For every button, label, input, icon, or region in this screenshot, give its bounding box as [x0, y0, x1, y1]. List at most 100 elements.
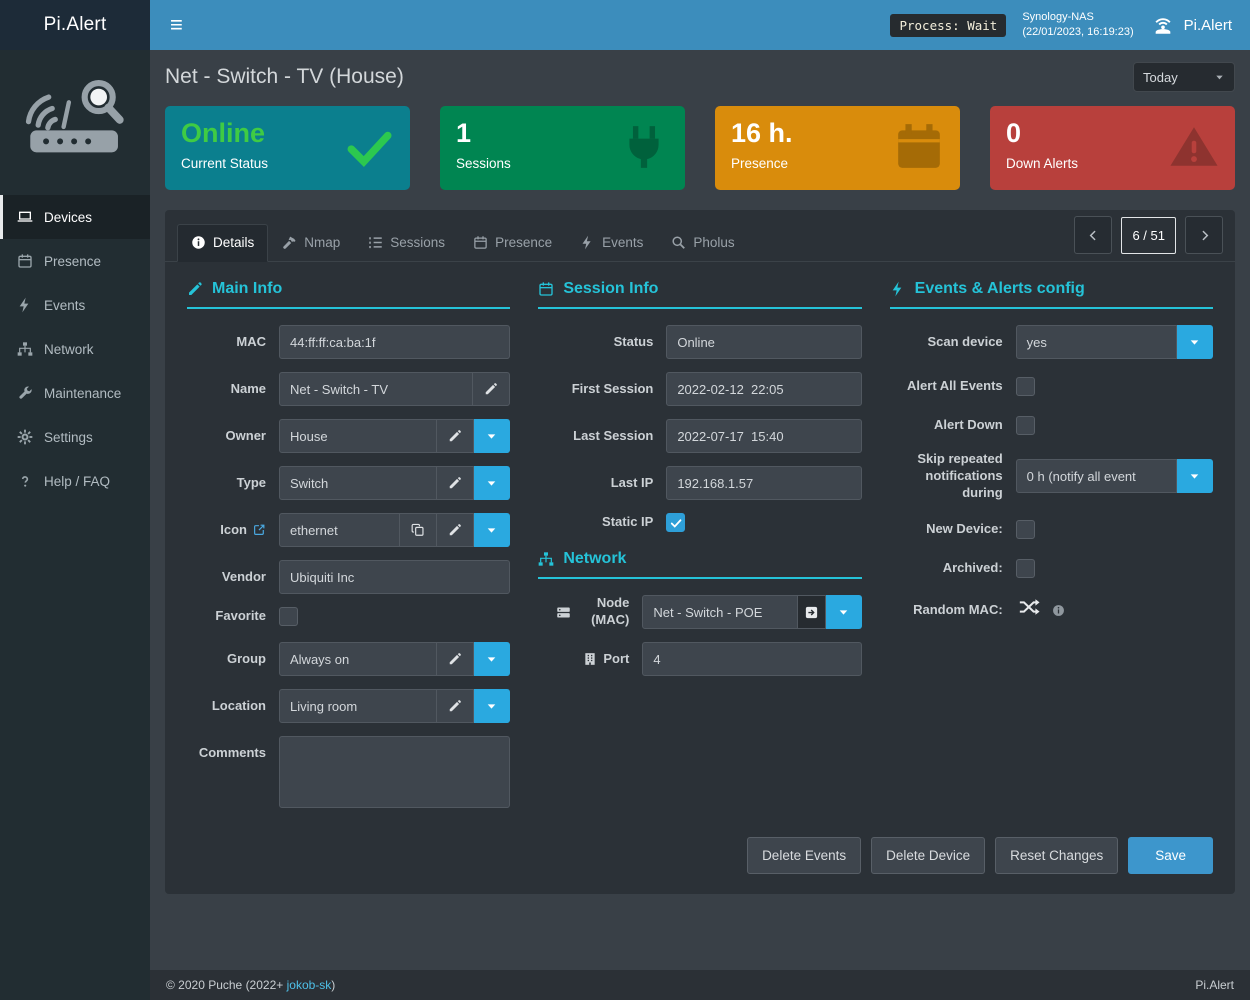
name-input[interactable] — [279, 372, 473, 406]
archived-checkbox[interactable] — [1016, 559, 1035, 578]
comments-textarea[interactable] — [279, 736, 510, 808]
static-ip-checkbox[interactable] — [666, 513, 685, 532]
edit-location-button[interactable] — [437, 689, 474, 723]
last-ip-label: Last IP — [538, 475, 666, 492]
bolt-icon — [580, 235, 595, 250]
navbar: ≡ Process: Wait Synology-NAS (22/01/2023… — [150, 0, 1250, 50]
alerts-config-header: Events & Alerts config — [890, 280, 1213, 309]
card-down-alerts[interactable]: 0 Down Alerts — [990, 106, 1235, 190]
new-device-label: New Device: — [890, 521, 1016, 538]
sidebar-item-label: Events — [44, 298, 85, 313]
owner-dropdown-button[interactable] — [474, 419, 510, 453]
last-session-label: Last Session — [538, 428, 666, 445]
sidebar-item-events[interactable]: Events — [0, 283, 150, 327]
node-mac-input[interactable] — [642, 595, 797, 629]
bolt-icon — [890, 281, 906, 297]
app-brand[interactable]: Pi.Alert — [1150, 14, 1232, 36]
go-to-node-button[interactable] — [798, 595, 826, 629]
vendor-input[interactable] — [279, 560, 510, 594]
location-dropdown-button[interactable] — [474, 689, 510, 723]
sidebar-item-help[interactable]: Help / FAQ — [0, 459, 150, 503]
node-dropdown-button[interactable] — [826, 595, 862, 629]
tab-pholus[interactable]: Pholus — [657, 224, 748, 262]
tab-bar: Details Nmap Sessions Presence Events — [165, 210, 1235, 262]
menu-toggle-icon[interactable]: ≡ — [150, 14, 203, 36]
first-session-input[interactable] — [666, 372, 861, 406]
card-presence[interactable]: 16 h. Presence — [715, 106, 960, 190]
icon-label: Icon — [187, 522, 279, 539]
sidebar-item-settings[interactable]: Settings — [0, 415, 150, 459]
tab-presence[interactable]: Presence — [459, 224, 566, 262]
edit-icon-button[interactable] — [437, 513, 474, 547]
sidebar-item-presence[interactable]: Presence — [0, 239, 150, 283]
skip-notifications-dropdown-button[interactable] — [1177, 459, 1213, 493]
scan-device-dropdown-button[interactable] — [1177, 325, 1213, 359]
wrench-icon — [16, 385, 34, 401]
scan-device-label: Scan device — [890, 334, 1016, 351]
copy-icon-button[interactable] — [400, 513, 437, 547]
device-detail-panel: Details Nmap Sessions Presence Events — [165, 210, 1235, 894]
icon-input[interactable] — [279, 513, 400, 547]
alert-down-label: Alert Down — [890, 417, 1016, 434]
name-label: Name — [187, 381, 279, 398]
port-label: Port — [538, 651, 642, 668]
save-button[interactable]: Save — [1128, 837, 1213, 874]
group-dropdown-button[interactable] — [474, 642, 510, 676]
group-input[interactable] — [279, 642, 437, 676]
edit-owner-button[interactable] — [437, 419, 474, 453]
last-ip-input[interactable] — [666, 466, 861, 500]
icon-dropdown-button[interactable] — [474, 513, 510, 547]
edit-name-button[interactable] — [473, 372, 510, 406]
location-input[interactable] — [279, 689, 437, 723]
favorite-checkbox[interactable] — [279, 607, 298, 626]
card-sessions[interactable]: 1 Sessions — [440, 106, 685, 190]
sidebar-item-label: Network — [44, 342, 94, 357]
owner-input[interactable] — [279, 419, 437, 453]
prev-device-button[interactable] — [1074, 216, 1112, 254]
delete-device-button[interactable]: Delete Device — [871, 837, 985, 874]
edit-type-button[interactable] — [437, 466, 474, 500]
page-title: Net - Switch - TV (House) — [165, 65, 404, 89]
sidebar-item-devices[interactable]: Devices — [0, 195, 150, 239]
scan-device-select[interactable]: yes — [1016, 325, 1177, 359]
status-input[interactable] — [666, 325, 861, 359]
next-device-button[interactable] — [1185, 216, 1223, 254]
sidebar: Devices Presence Events Network Maintena… — [0, 50, 150, 1000]
external-link-icon[interactable] — [253, 523, 266, 536]
mac-input[interactable] — [279, 325, 510, 359]
chevron-down-icon — [1214, 72, 1225, 83]
tab-label: Pholus — [693, 235, 734, 250]
sidebar-item-network[interactable]: Network — [0, 327, 150, 371]
pencil-icon — [187, 281, 203, 297]
tab-nmap[interactable]: Nmap — [268, 224, 354, 262]
alert-all-events-checkbox[interactable] — [1016, 377, 1035, 396]
new-device-checkbox[interactable] — [1016, 520, 1035, 539]
delete-events-button[interactable]: Delete Events — [747, 837, 861, 874]
info-circle-icon[interactable] — [1052, 604, 1065, 617]
tab-details[interactable]: Details — [177, 224, 268, 262]
period-select[interactable]: Today — [1133, 62, 1235, 92]
type-dropdown-button[interactable] — [474, 466, 510, 500]
owner-label: Owner — [187, 428, 279, 445]
card-current-status[interactable]: Online Current Status — [165, 106, 410, 190]
tab-label: Sessions — [390, 235, 445, 250]
last-session-input[interactable] — [666, 419, 861, 453]
alert-down-checkbox[interactable] — [1016, 416, 1035, 435]
pialert-logo — [0, 50, 150, 195]
tab-label: Details — [213, 235, 254, 250]
tab-label: Events — [602, 235, 643, 250]
jokob-sk-link[interactable]: jokob-sk — [287, 978, 332, 992]
skip-notifications-select[interactable]: 0 h (notify all event — [1016, 459, 1177, 493]
brand-logo[interactable]: Pi.Alert — [0, 0, 150, 50]
sidebar-item-label: Presence — [44, 254, 101, 269]
tab-sessions[interactable]: Sessions — [354, 224, 459, 262]
sidebar-item-maintenance[interactable]: Maintenance — [0, 371, 150, 415]
comments-label: Comments — [187, 736, 279, 762]
reset-changes-button[interactable]: Reset Changes — [995, 837, 1118, 874]
tab-label: Nmap — [304, 235, 340, 250]
edit-group-button[interactable] — [437, 642, 474, 676]
tab-events[interactable]: Events — [566, 224, 657, 262]
port-input[interactable] — [642, 642, 861, 676]
process-status-badge: Process: Wait — [890, 14, 1006, 37]
type-input[interactable] — [279, 466, 437, 500]
